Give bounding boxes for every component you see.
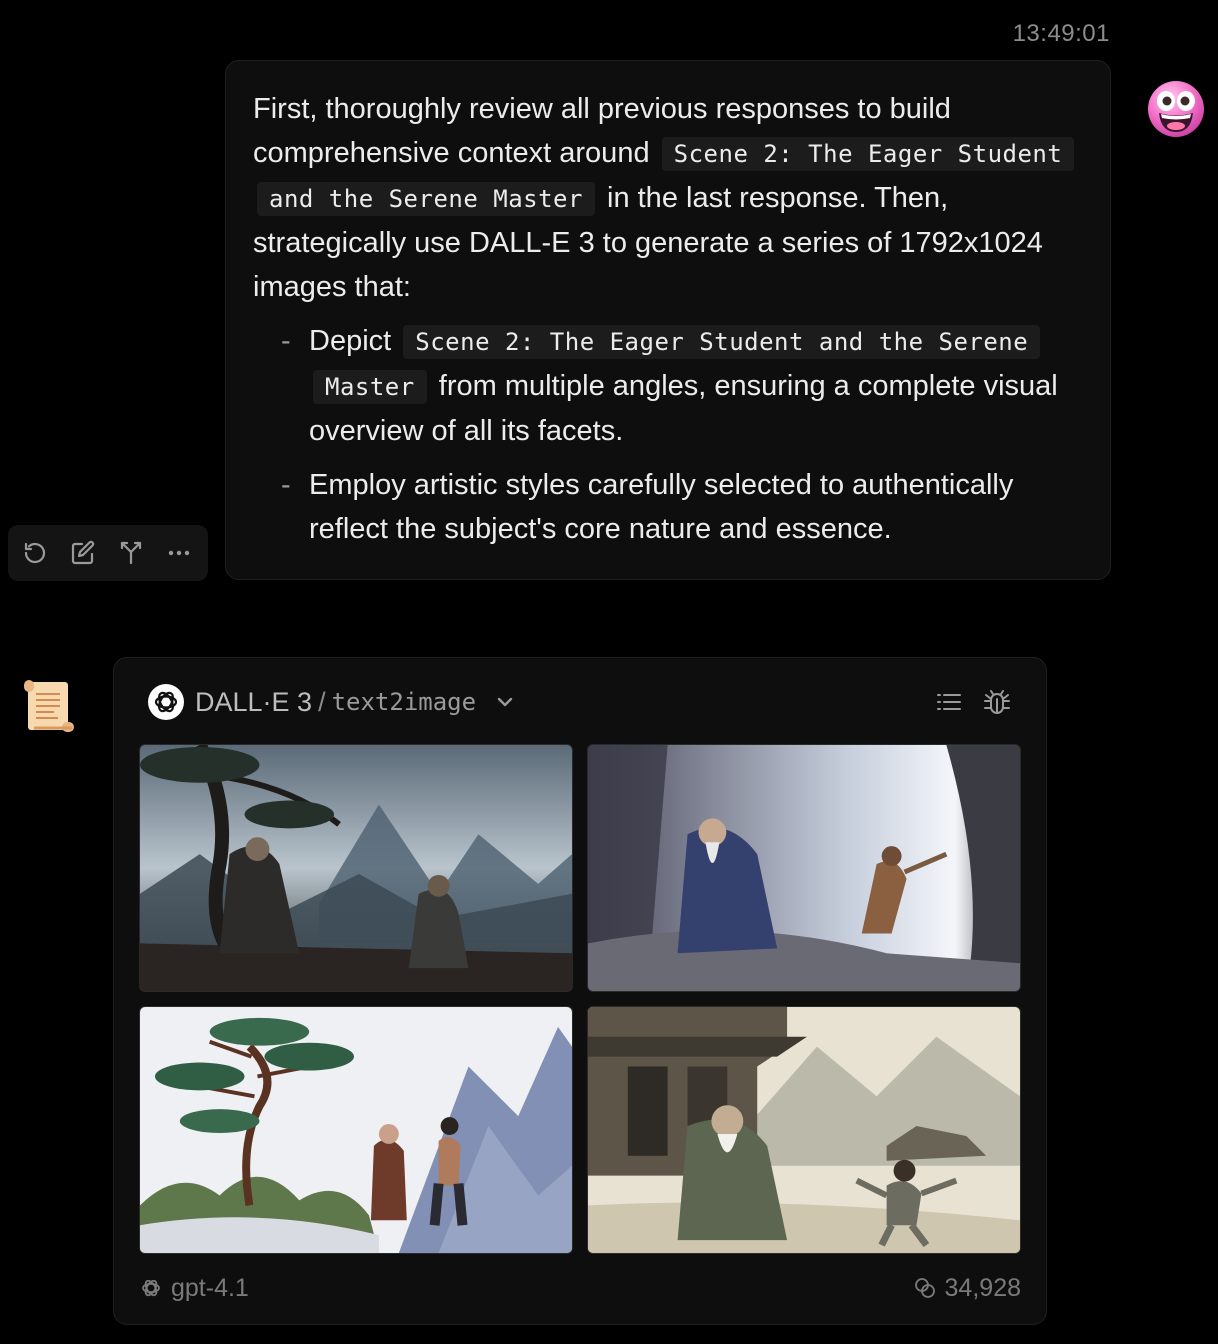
chevron-down-icon[interactable]	[494, 691, 516, 713]
grinning-face-icon	[1148, 81, 1204, 137]
branch-icon	[120, 541, 142, 565]
list-icon[interactable]	[934, 687, 964, 717]
openai-logo-icon	[142, 1279, 160, 1297]
ink-painting-master-student-pine	[140, 745, 572, 991]
model-mode: text2image	[331, 688, 477, 716]
more-options-button[interactable]	[164, 538, 194, 568]
refresh-icon	[24, 542, 46, 564]
model-separator: /	[318, 686, 326, 717]
list-item: Employ artistic styles carefully selecte…	[281, 463, 1084, 551]
generated-image[interactable]	[587, 1006, 1021, 1254]
watercolor-pine-mountain-duo	[140, 1007, 572, 1253]
branch-button[interactable]	[116, 538, 146, 568]
generated-image[interactable]	[139, 744, 573, 992]
message-timestamp: 13:49:01	[1012, 20, 1110, 47]
edit-button[interactable]	[68, 538, 98, 568]
assistant-response-card: DALL·E 3 / text2image gpt-4.1 34,928	[113, 657, 1047, 1325]
bug-icon[interactable]	[982, 687, 1012, 717]
model-name: DALL·E 3	[195, 686, 313, 717]
footer-model: gpt-4.1	[139, 1274, 249, 1303]
card-footer: gpt-4.1 34,928	[139, 1270, 1021, 1306]
token-count: 34,928	[944, 1273, 1021, 1302]
bullet-text-before: Depict	[309, 325, 392, 357]
scroll-icon	[24, 680, 74, 732]
card-header-actions	[934, 687, 1012, 717]
openai-logo-icon	[148, 684, 184, 720]
message-action-bar	[8, 525, 208, 581]
assistant-avatar[interactable]	[18, 676, 78, 736]
instruction-list: Depict Scene 2: The Eager Student and th…	[253, 319, 1084, 551]
generated-image-grid	[139, 744, 1021, 1254]
generated-image[interactable]	[587, 744, 1021, 992]
master-student-cave-light	[588, 745, 1020, 991]
user-avatar[interactable]	[1147, 80, 1205, 138]
coins-icon	[914, 1278, 935, 1298]
edit-icon	[71, 540, 95, 565]
message-paragraph: First, thoroughly review all previous re…	[253, 87, 1084, 309]
footer-model-name: gpt-4.1	[171, 1273, 249, 1302]
sepia-temple-martial-student	[588, 1007, 1020, 1253]
more-icon	[168, 550, 190, 556]
user-message-bubble: First, thoroughly review all previous re…	[225, 60, 1111, 580]
list-item: Depict Scene 2: The Eager Student and th…	[281, 319, 1084, 453]
bullet-text: Employ artistic styles carefully selecte…	[309, 469, 1014, 545]
regenerate-button[interactable]	[20, 538, 50, 568]
footer-token-usage: 34,928	[913, 1274, 1021, 1303]
card-header: DALL·E 3 / text2image	[148, 682, 1012, 722]
generated-image[interactable]	[139, 1006, 573, 1254]
